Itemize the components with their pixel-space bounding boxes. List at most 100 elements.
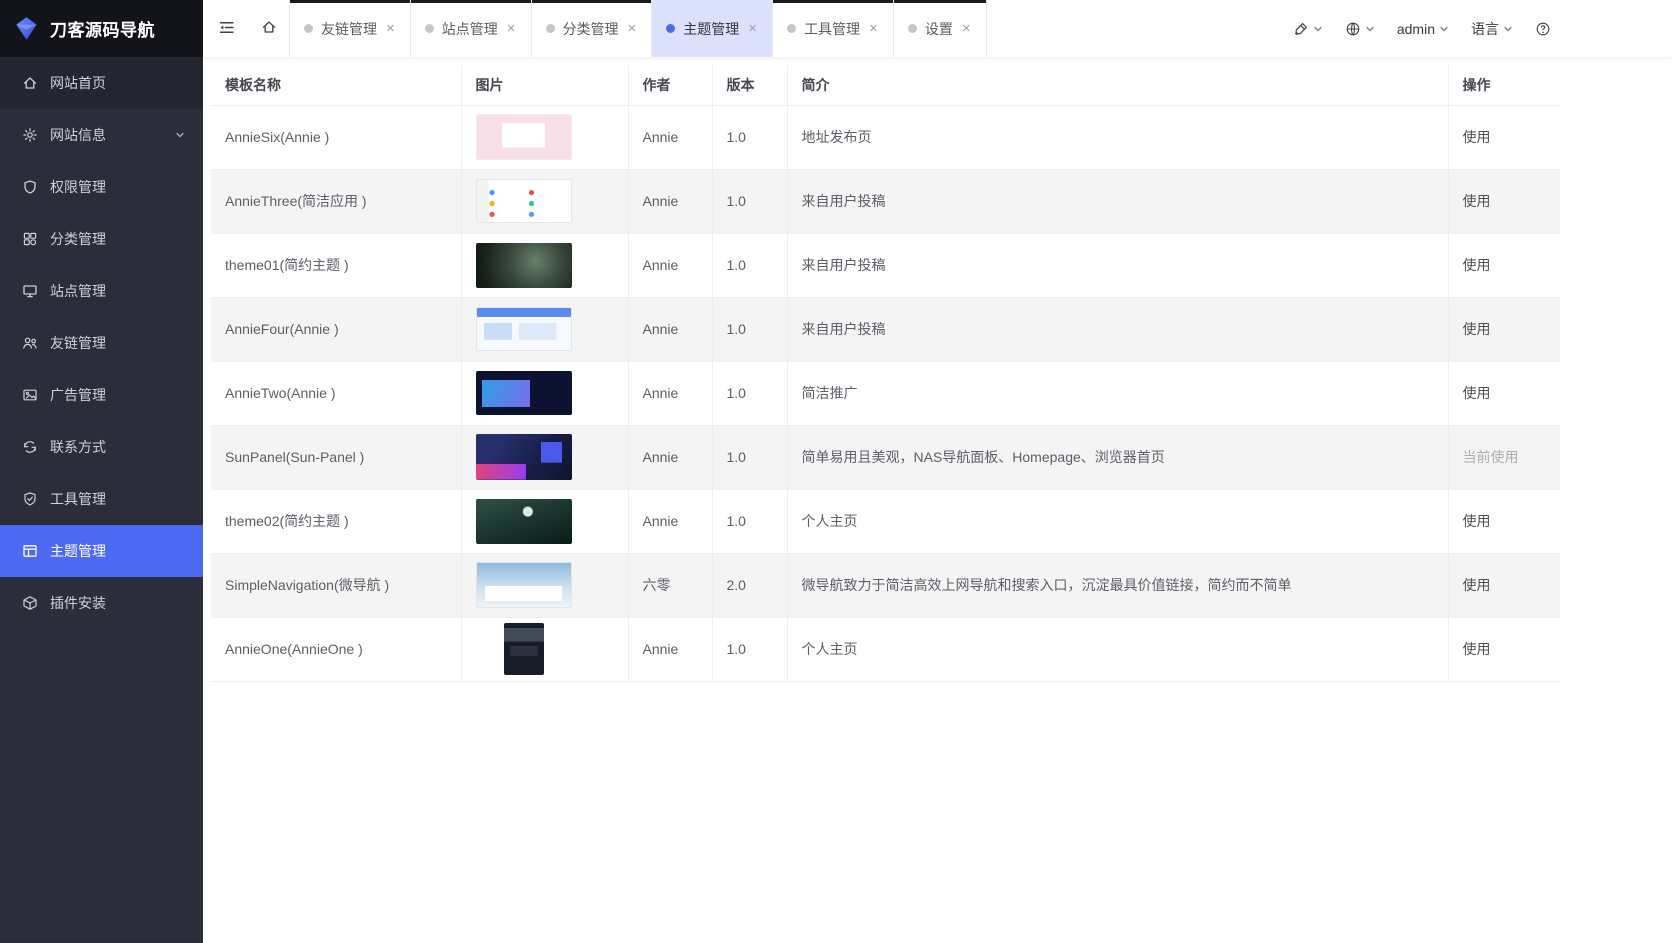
- close-icon[interactable]: ×: [627, 21, 638, 36]
- action-cell: 使用: [1448, 105, 1560, 169]
- sidebar-item-site-info[interactable]: 网站信息: [0, 109, 203, 161]
- thumbnail-wrap: [476, 623, 572, 675]
- close-icon[interactable]: ×: [385, 21, 396, 36]
- language-dropdown[interactable]: 语言: [1462, 0, 1522, 57]
- chevron-down-icon: [1313, 24, 1323, 34]
- user-dropdown[interactable]: admin: [1388, 0, 1458, 57]
- table-body: AnnieSix(Annie ) Annie 1.0 地址发布页 使用: [211, 105, 1560, 681]
- gem-logo-icon: [13, 15, 40, 42]
- home-button[interactable]: [249, 0, 289, 57]
- action-cell: 使用: [1448, 617, 1560, 681]
- content-area: 模板名称 图片 作者 版本 简介 操作 AnnieSix(Annie ): [203, 57, 1672, 943]
- tab-label: 工具管理: [804, 19, 860, 39]
- tab-label: 站点管理: [442, 19, 498, 39]
- sidebar-item-categories[interactable]: 分类管理: [0, 213, 203, 265]
- sidebar-item-themes[interactable]: 主题管理: [0, 525, 203, 577]
- template-thumbnail[interactable]: [476, 243, 572, 288]
- version-cell: 1.0: [712, 297, 787, 361]
- users-icon: [22, 335, 38, 351]
- sidebar-item-sites[interactable]: 站点管理: [0, 265, 203, 317]
- app-title: 刀客源码导航: [50, 16, 155, 41]
- use-button[interactable]: 使用: [1463, 257, 1491, 273]
- sidebar-item-label: 主题管理: [50, 541, 106, 561]
- template-thumbnail[interactable]: [476, 371, 572, 415]
- sidebar-item-contact[interactable]: 联系方式: [0, 421, 203, 473]
- close-icon[interactable]: ×: [747, 21, 758, 36]
- template-image-cell: [461, 553, 628, 617]
- sidebar-item-label: 插件安装: [50, 593, 106, 613]
- template-name-cell: AnnieThree(简洁应用 ): [211, 169, 461, 233]
- sidebar-item-label: 权限管理: [50, 177, 106, 197]
- use-button[interactable]: 使用: [1463, 321, 1491, 337]
- col-version: 版本: [712, 65, 787, 105]
- action-cell: 使用: [1448, 361, 1560, 425]
- version-cell: 1.0: [712, 425, 787, 489]
- template-thumbnail[interactable]: [476, 434, 572, 480]
- sidebar-item-ads[interactable]: 广告管理: [0, 369, 203, 421]
- table-header-row: 模板名称 图片 作者 版本 简介 操作: [211, 65, 1560, 105]
- globe-dropdown[interactable]: [1336, 0, 1384, 57]
- template-name-cell: AnnieTwo(Annie ): [211, 361, 461, 425]
- version-cell: 2.0: [712, 553, 787, 617]
- use-button[interactable]: 使用: [1463, 513, 1491, 529]
- close-icon[interactable]: ×: [506, 21, 517, 36]
- close-icon[interactable]: ×: [961, 21, 972, 36]
- tab-label: 分类管理: [563, 19, 619, 39]
- tab-site-management[interactable]: 站点管理 ×: [411, 0, 532, 57]
- tab-settings[interactable]: 设置 ×: [894, 0, 987, 57]
- sidebar-item-friend-links[interactable]: 友链管理: [0, 317, 203, 369]
- author-cell: Annie: [628, 297, 712, 361]
- close-icon[interactable]: ×: [868, 21, 879, 36]
- table-row: theme02(简约主题 ) Annie 1.0 个人主页 使用: [211, 489, 1560, 553]
- sidebar-item-label: 工具管理: [50, 489, 106, 509]
- template-thumbnail[interactable]: [476, 499, 572, 544]
- template-thumbnail[interactable]: [504, 623, 544, 675]
- category-grid-icon: [22, 231, 38, 247]
- template-thumbnail[interactable]: [476, 114, 572, 160]
- action-cell: 当前使用: [1448, 425, 1560, 489]
- thumbnail-wrap: [476, 434, 572, 480]
- template-thumbnail[interactable]: [476, 179, 572, 223]
- monitor-icon: [22, 283, 38, 299]
- description-cell: 个人主页: [787, 489, 1448, 553]
- help-icon: [1535, 21, 1551, 37]
- version-cell: 1.0: [712, 617, 787, 681]
- use-button[interactable]: 使用: [1463, 385, 1491, 401]
- tab-dot: [787, 24, 796, 33]
- tab-dot: [425, 24, 434, 33]
- use-button[interactable]: 使用: [1463, 193, 1491, 209]
- sidebar-item-label: 站点管理: [50, 281, 106, 301]
- home-icon: [261, 19, 277, 38]
- sidebar-item-label: 联系方式: [50, 437, 106, 457]
- version-cell: 1.0: [712, 489, 787, 553]
- author-cell: Annie: [628, 617, 712, 681]
- tab-category-management[interactable]: 分类管理 ×: [532, 0, 653, 57]
- sidebar-item-home[interactable]: 网站首页: [0, 57, 203, 109]
- skin-dropdown[interactable]: [1284, 0, 1332, 57]
- template-name-cell: SunPanel(Sun-Panel ): [211, 425, 461, 489]
- col-action: 操作: [1448, 65, 1560, 105]
- tab-theme-management[interactable]: 主题管理 ×: [652, 0, 773, 57]
- template-name-cell: SimpleNavigation(微导航 ): [211, 553, 461, 617]
- tab-tool-management[interactable]: 工具管理 ×: [773, 0, 894, 57]
- tab-dot: [304, 24, 313, 33]
- sidebar-item-plugins[interactable]: 插件安装: [0, 577, 203, 629]
- use-button[interactable]: 使用: [1463, 577, 1491, 593]
- help-button[interactable]: [1526, 0, 1560, 57]
- tab-friend-link-management[interactable]: 友链管理 ×: [289, 0, 411, 57]
- thumbnail-wrap: [476, 499, 572, 544]
- sidebar-item-label: 网站信息: [50, 125, 106, 145]
- use-button[interactable]: 使用: [1463, 641, 1491, 657]
- template-thumbnail[interactable]: [476, 562, 572, 608]
- col-template-name: 模板名称: [211, 65, 461, 105]
- sidebar-item-permissions[interactable]: 权限管理: [0, 161, 203, 213]
- use-button[interactable]: 使用: [1463, 129, 1491, 145]
- tab-dot: [908, 24, 917, 33]
- table-row: SunPanel(Sun-Panel ) Annie 1.0 简单易用且美观，N…: [211, 425, 1560, 489]
- table-row: AnnieSix(Annie ) Annie 1.0 地址发布页 使用: [211, 105, 1560, 169]
- sidebar-item-tools[interactable]: 工具管理: [0, 473, 203, 525]
- template-image-cell: [461, 297, 628, 361]
- template-image-cell: [461, 233, 628, 297]
- template-thumbnail[interactable]: [476, 307, 572, 351]
- collapse-sidebar-button[interactable]: [203, 0, 249, 57]
